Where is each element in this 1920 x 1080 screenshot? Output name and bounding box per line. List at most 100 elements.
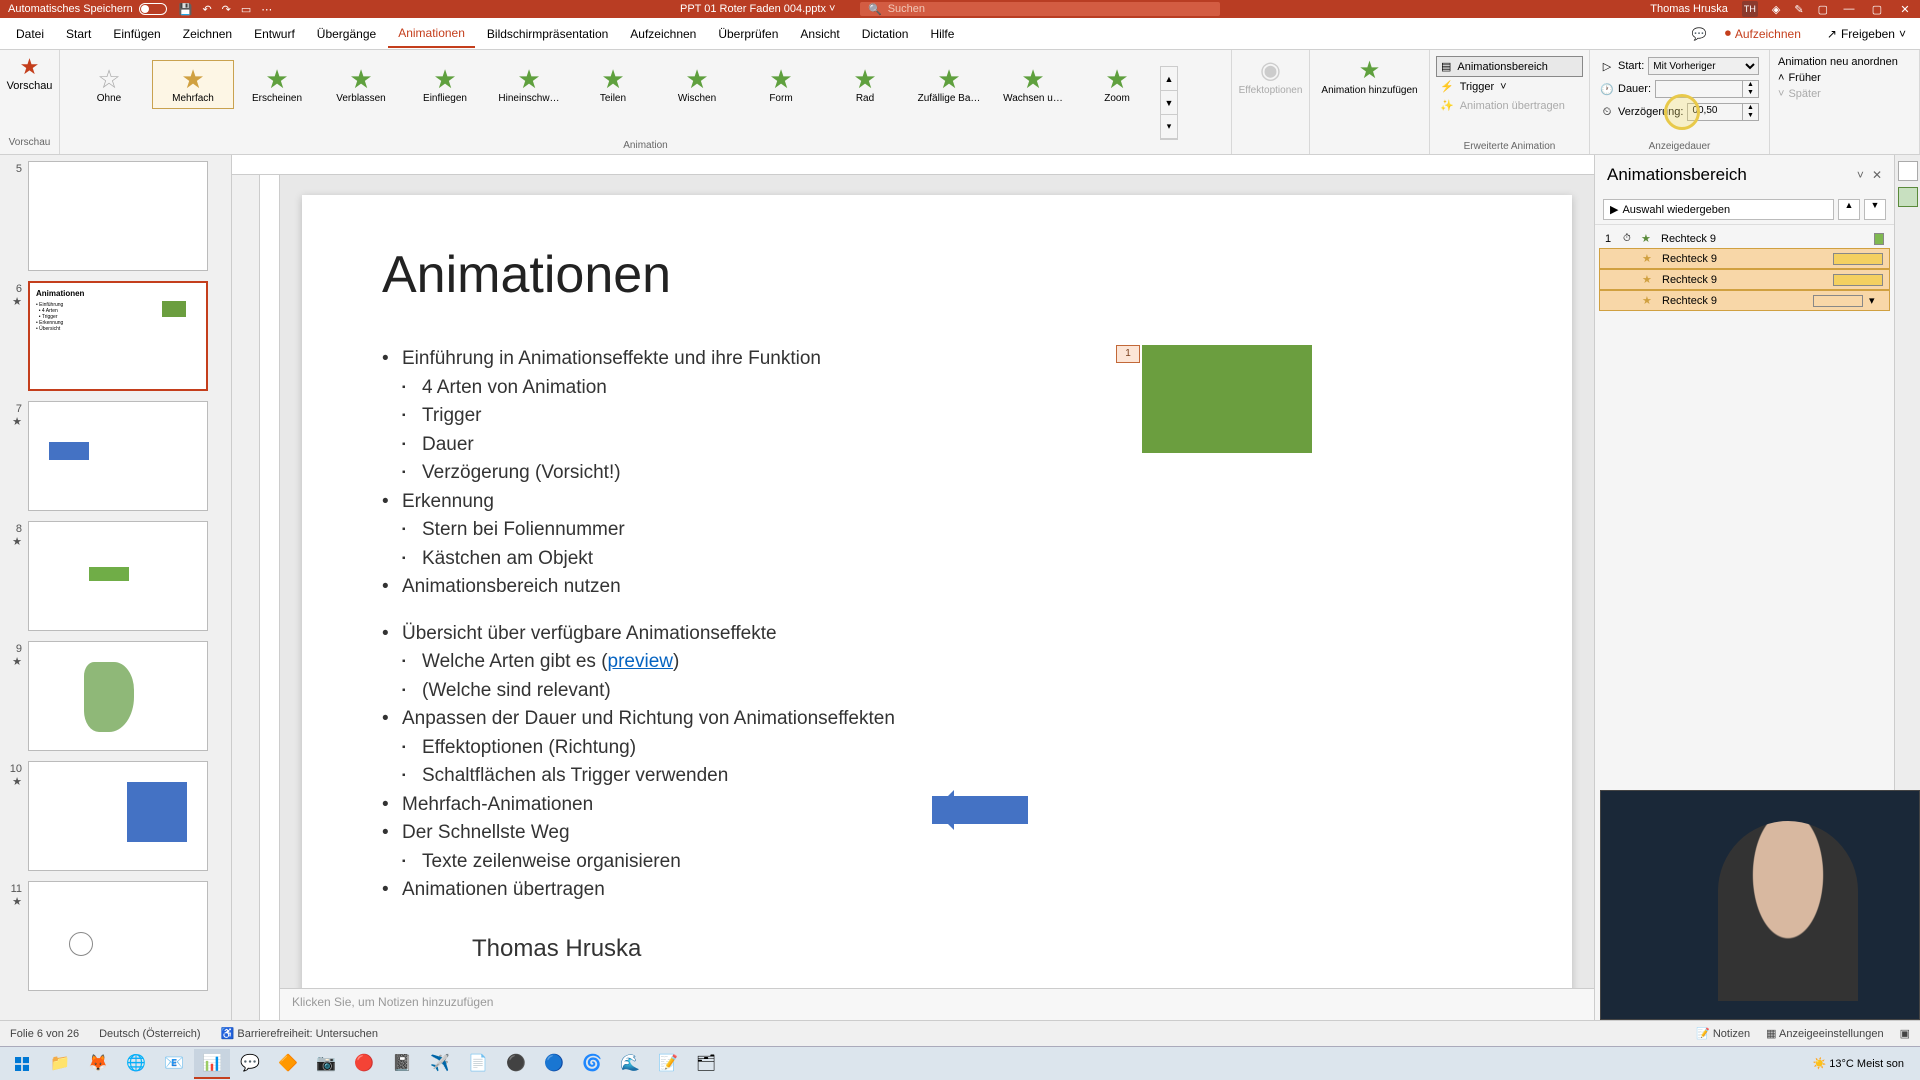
user-avatar[interactable]: TH xyxy=(1742,1,1758,17)
move-down-button[interactable]: ▼ xyxy=(1864,199,1886,220)
anim-teilen[interactable]: ★Teilen xyxy=(572,60,654,109)
status-slide[interactable]: Folie 6 von 26 xyxy=(10,1028,79,1040)
tab-ueberpruefen[interactable]: Überprüfen xyxy=(708,21,788,47)
share-button[interactable]: ↗ Freigeben ˅ xyxy=(1819,23,1914,45)
anim-ohne[interactable]: ☆Ohne xyxy=(68,60,150,109)
maximize-button[interactable]: ▢ xyxy=(1870,3,1884,16)
animation-tag[interactable]: 1 xyxy=(1116,345,1140,363)
anim-zoom[interactable]: ★Zoom xyxy=(1076,60,1158,109)
thumb-9[interactable] xyxy=(28,641,208,751)
app-icon[interactable]: 🗂 xyxy=(688,1049,724,1079)
view-normal-icon[interactable]: ▣ xyxy=(1900,1027,1910,1040)
start-button[interactable] xyxy=(4,1049,40,1079)
tab-ansicht[interactable]: Ansicht xyxy=(790,21,849,47)
slideshow-icon[interactable]: ▭ xyxy=(241,3,251,16)
status-display[interactable]: ▦ Anzeigeeinstellungen xyxy=(1766,1027,1883,1040)
toggle-switch[interactable] xyxy=(139,3,167,15)
tab-hilfe[interactable]: Hilfe xyxy=(920,21,964,47)
sidebar-btn-2[interactable] xyxy=(1898,187,1918,207)
status-notes[interactable]: 📝 Notizen xyxy=(1696,1027,1750,1040)
search-box[interactable]: 🔍 Suchen xyxy=(860,2,1220,16)
spin-down[interactable]: ▼ xyxy=(1743,112,1758,120)
outlook-icon[interactable]: 📧 xyxy=(156,1049,192,1079)
animation-entry[interactable]: ★Rechteck 9 xyxy=(1599,269,1890,290)
tab-dictation[interactable]: Dictation xyxy=(852,21,919,47)
thumb-6[interactable]: Animationen• Einführung • 4 Arten • Trig… xyxy=(28,281,208,391)
animation-entry[interactable]: ★Rechteck 9 xyxy=(1599,248,1890,269)
start-select[interactable]: Mit Vorheriger xyxy=(1648,57,1759,75)
tab-uebergaenge[interactable]: Übergänge xyxy=(307,21,386,47)
play-selection-button[interactable]: ▶ Auswahl wiedergeben xyxy=(1603,199,1834,220)
app-icon[interactable]: 📷 xyxy=(308,1049,344,1079)
window-icon[interactable]: ▢ xyxy=(1818,3,1828,16)
status-accessibility[interactable]: ♿ Barrierefreiheit: Untersuchen xyxy=(221,1027,378,1040)
weather-widget[interactable]: ☀️ 13°C Meist son xyxy=(1813,1057,1904,1070)
pencil-icon[interactable]: ✎ xyxy=(1794,3,1803,16)
tab-entwurf[interactable]: Entwurf xyxy=(244,21,305,47)
record-button[interactable]: ⏺ Aufzeichnen xyxy=(1717,22,1809,45)
anim-form[interactable]: ★Form xyxy=(740,60,822,109)
tab-datei[interactable]: Datei xyxy=(6,21,54,47)
notes-area[interactable]: Klicken Sie, um Notizen hinzuzufügen xyxy=(280,988,1594,1020)
undo-icon[interactable]: ↶ xyxy=(202,3,211,16)
minimize-button[interactable]: — xyxy=(1842,3,1856,15)
thumb-10[interactable] xyxy=(28,761,208,871)
preview-button[interactable]: ★ xyxy=(20,54,40,80)
user-name[interactable]: Thomas Hruska xyxy=(1650,3,1728,15)
spin-up[interactable]: ▲ xyxy=(1743,81,1758,89)
anim-verblassen[interactable]: ★Verblassen xyxy=(320,60,402,109)
obs-icon[interactable]: ⚫ xyxy=(498,1049,534,1079)
telegram-icon[interactable]: ✈️ xyxy=(422,1049,458,1079)
tab-bildschirm[interactable]: Bildschirmpräsentation xyxy=(477,21,618,47)
collapse-bar[interactable] xyxy=(232,155,260,1020)
app-icon[interactable]: 📄 xyxy=(460,1049,496,1079)
firefox-icon[interactable]: 🦊 xyxy=(80,1049,116,1079)
tab-zeichnen[interactable]: Zeichnen xyxy=(173,21,242,47)
animation-pane-button[interactable]: ▤ Animationsbereich xyxy=(1436,56,1583,77)
comments-icon[interactable]: 💬 xyxy=(1692,27,1707,41)
thumb-7[interactable] xyxy=(28,401,208,511)
app-icon[interactable]: 🌀 xyxy=(574,1049,610,1079)
diamond-icon[interactable]: ◈ xyxy=(1772,3,1780,16)
app-icon[interactable]: 🔵 xyxy=(536,1049,572,1079)
gallery-down[interactable]: ▼ xyxy=(1161,91,1177,115)
onenote-icon[interactable]: 📓 xyxy=(384,1049,420,1079)
anim-rad[interactable]: ★Rad xyxy=(824,60,906,109)
anim-wischen[interactable]: ★Wischen xyxy=(656,60,738,109)
slide-thumbnails[interactable]: 5 6★Animationen• Einführung • 4 Arten • … xyxy=(0,155,232,1020)
redo-icon[interactable]: ↷ xyxy=(222,3,231,16)
powerpoint-icon[interactable]: 📊 xyxy=(194,1049,230,1079)
gallery-up[interactable]: ▲ xyxy=(1161,67,1177,91)
save-icon[interactable]: 💾 xyxy=(179,3,193,16)
tab-einfuegen[interactable]: Einfügen xyxy=(103,21,170,47)
sidebar-btn-1[interactable] xyxy=(1898,161,1918,181)
edge-icon[interactable]: 🌊 xyxy=(612,1049,648,1079)
anim-einfliegen[interactable]: ★Einfliegen xyxy=(404,60,486,109)
anim-mehrfach[interactable]: ★Mehrfach xyxy=(152,60,234,109)
close-button[interactable]: ✕ xyxy=(1898,3,1912,16)
blue-arrow-shape[interactable] xyxy=(932,796,1028,824)
slide-author[interactable]: Thomas Hruska xyxy=(382,935,1492,963)
chevron-down-icon[interactable]: ˅ xyxy=(1857,168,1864,182)
filename[interactable]: PPT 01 Roter Faden 004.pptx ˅ xyxy=(680,3,835,15)
gallery-more[interactable]: ▾ xyxy=(1161,115,1177,139)
thumb-5[interactable] xyxy=(28,161,208,271)
tab-start[interactable]: Start xyxy=(56,21,101,47)
earlier-button[interactable]: ˄ Früher xyxy=(1778,72,1911,84)
app-icon[interactable]: 🔶 xyxy=(270,1049,306,1079)
anim-zufaellig[interactable]: ★Zufällige Ba… xyxy=(908,60,990,109)
app-icon[interactable]: 📝 xyxy=(650,1049,686,1079)
close-icon[interactable]: ✕ xyxy=(1872,168,1882,182)
app-icon[interactable]: 🔴 xyxy=(346,1049,382,1079)
thumb-8[interactable] xyxy=(28,521,208,631)
spin-up[interactable]: ▲ xyxy=(1743,104,1758,112)
spin-down[interactable]: ▼ xyxy=(1743,89,1758,97)
slide-title[interactable]: Animationen xyxy=(382,245,1492,305)
trigger-button[interactable]: ⚡ Trigger ˅ xyxy=(1436,77,1583,96)
add-animation-button[interactable]: ★ xyxy=(1359,56,1381,85)
move-up-button[interactable]: ▲ xyxy=(1838,199,1860,220)
green-rectangle-shape[interactable] xyxy=(1142,345,1312,453)
anim-erscheinen[interactable]: ★Erscheinen xyxy=(236,60,318,109)
autosave-toggle[interactable]: Automatisches Speichern xyxy=(8,3,167,15)
tab-animationen[interactable]: Animationen xyxy=(388,20,475,48)
